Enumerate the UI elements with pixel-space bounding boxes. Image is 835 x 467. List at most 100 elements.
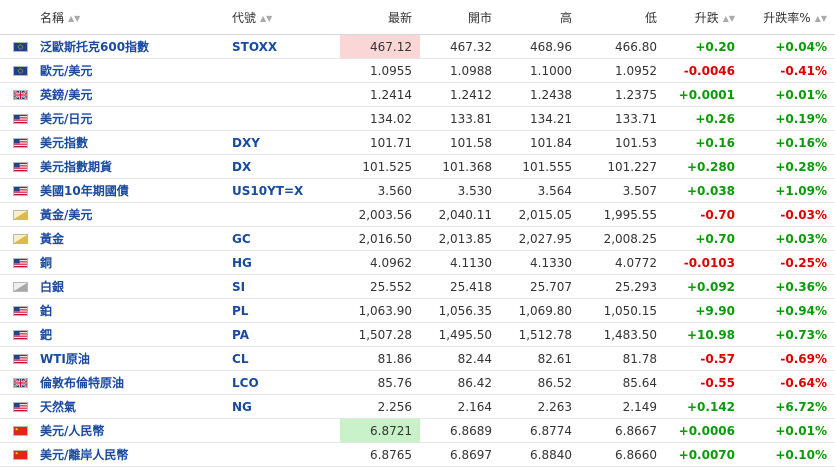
low-price: 133.71 bbox=[580, 106, 666, 131]
gold-bar-icon bbox=[12, 210, 28, 220]
high-price: 101.555 bbox=[500, 154, 581, 179]
code-link[interactable]: NG bbox=[232, 400, 252, 414]
instrument-link[interactable]: 鈀 bbox=[40, 328, 52, 342]
change-percent: +0.16% bbox=[743, 130, 835, 155]
instrument-link[interactable]: 美元/日元 bbox=[40, 112, 92, 126]
instrument-code: PL bbox=[232, 298, 341, 323]
instrument-link[interactable]: 倫敦布倫特原油 bbox=[40, 376, 124, 390]
last-price: 2,003.56 bbox=[340, 202, 421, 227]
change-percent: +0.94% bbox=[743, 298, 835, 323]
instrument-link[interactable]: 英鎊/美元 bbox=[40, 88, 92, 102]
instrument-code: DXY bbox=[232, 130, 341, 155]
low-price: 101.53 bbox=[580, 130, 666, 155]
code-link[interactable]: GC bbox=[232, 232, 251, 246]
instrument-link[interactable]: 美元/離岸人民幣 bbox=[40, 448, 128, 462]
flag-cell bbox=[0, 418, 40, 443]
flag-cell bbox=[0, 58, 40, 83]
instrument-code: LCO bbox=[232, 370, 341, 395]
last-price: 1.2414 bbox=[340, 82, 421, 107]
change-value: +0.038 bbox=[665, 178, 744, 203]
code-link[interactable]: CL bbox=[232, 352, 248, 366]
flag-cell bbox=[0, 178, 40, 203]
code-link[interactable]: US10YT=X bbox=[232, 184, 303, 198]
instrument-link[interactable]: 歐元/美元 bbox=[40, 64, 92, 78]
table-row: 白銀 SI 25.552 25.418 25.707 25.293 +0.092 +0.36% bbox=[0, 274, 835, 299]
code-link[interactable]: STOXX bbox=[232, 40, 277, 54]
high-price: 101.84 bbox=[500, 130, 581, 155]
instrument-link[interactable]: 銅 bbox=[40, 256, 52, 270]
table-row: 美國10年期國債 US10YT=X 3.560 3.530 3.564 3.507 +0.0… bbox=[0, 178, 835, 203]
open-price: 25.418 bbox=[420, 274, 501, 299]
instrument-link[interactable]: 美國10年期國債 bbox=[40, 184, 129, 198]
sort-arrows-icon: ▲▼ bbox=[68, 13, 81, 23]
instrument-name: 美國10年期國債 bbox=[40, 178, 233, 203]
instrument-link[interactable]: 美元/人民幣 bbox=[40, 424, 104, 438]
code-link[interactable]: DXY bbox=[232, 136, 260, 150]
instrument-code: HG bbox=[232, 250, 341, 275]
instrument-name: 黃金/美元 bbox=[40, 202, 233, 227]
change-percent: -0.64% bbox=[743, 370, 835, 395]
last-price: 101.71 bbox=[340, 130, 421, 155]
code-link[interactable]: DX bbox=[232, 160, 251, 174]
instrument-link[interactable]: 鉑 bbox=[40, 304, 52, 318]
uk-flag-icon bbox=[12, 90, 28, 100]
instrument-link[interactable]: 泛歐斯托克600指數 bbox=[40, 40, 149, 54]
instrument-name: 美元/人民幣 bbox=[40, 418, 233, 443]
table-row: 英鎊/美元 1.2414 1.2412 1.2438 1.2375 +0.0001 +0.0… bbox=[0, 82, 835, 107]
flag-cell bbox=[0, 346, 40, 371]
code-link[interactable]: SI bbox=[232, 280, 245, 294]
high-price: 82.61 bbox=[500, 346, 581, 371]
code-link[interactable]: HG bbox=[232, 256, 252, 270]
change-percent: +1.09% bbox=[743, 178, 835, 203]
high-price: 6.8840 bbox=[500, 442, 581, 467]
low-price: 1,050.15 bbox=[580, 298, 666, 323]
code-link[interactable]: PA bbox=[232, 328, 249, 342]
high-price: 1.2438 bbox=[500, 82, 581, 107]
instrument-link[interactable]: 白銀 bbox=[40, 280, 64, 294]
us-flag-icon bbox=[12, 402, 28, 412]
low-price: 2.149 bbox=[580, 394, 666, 419]
instrument-link[interactable]: 黃金 bbox=[40, 232, 64, 246]
open-price: 101.58 bbox=[420, 130, 501, 155]
header-open[interactable]: 開市 bbox=[420, 0, 501, 35]
change-value: +0.280 bbox=[665, 154, 744, 179]
eu-flag-icon bbox=[12, 66, 28, 76]
us-flag-icon bbox=[12, 114, 28, 124]
header-name[interactable]: 名稱 ▲▼ bbox=[0, 0, 233, 35]
change-value: +0.20 bbox=[665, 34, 744, 59]
header-high[interactable]: 高 bbox=[500, 0, 581, 35]
last-price: 81.86 bbox=[340, 346, 421, 371]
header-last[interactable]: 最新 bbox=[340, 0, 421, 35]
change-percent: +0.36% bbox=[743, 274, 835, 299]
header-change[interactable]: 升跌 ▲▼ bbox=[665, 0, 744, 35]
instrument-name: 美元指數 bbox=[40, 130, 233, 155]
header-change-pct[interactable]: 升跌率% ▲▼ bbox=[743, 0, 835, 35]
change-percent: +0.73% bbox=[743, 322, 835, 347]
change-value: +10.98 bbox=[665, 322, 744, 347]
change-value: +9.90 bbox=[665, 298, 744, 323]
instrument-link[interactable]: WTI原油 bbox=[40, 352, 90, 366]
instrument-link[interactable]: 美元指數 bbox=[40, 136, 88, 150]
open-price: 467.32 bbox=[420, 34, 501, 59]
eu-flag-icon bbox=[12, 42, 28, 52]
instrument-link[interactable]: 黃金/美元 bbox=[40, 208, 92, 222]
last-price: 2,016.50 bbox=[340, 226, 421, 251]
instrument-code bbox=[232, 202, 341, 227]
code-link[interactable]: PL bbox=[232, 304, 248, 318]
instrument-code: SI bbox=[232, 274, 341, 299]
table-header-row: 名稱 ▲▼ 代號 ▲▼ 最新 開市 高 低 升跌 ▲▼ 升跌率% ▲▼ bbox=[0, 0, 835, 35]
instrument-name: 天然氣 bbox=[40, 394, 233, 419]
change-percent: -0.69% bbox=[743, 346, 835, 371]
us-flag-icon bbox=[12, 330, 28, 340]
code-link[interactable]: LCO bbox=[232, 376, 259, 390]
high-price: 134.21 bbox=[500, 106, 581, 131]
us-flag-icon bbox=[12, 354, 28, 364]
sort-arrows-icon: ▲▼ bbox=[260, 13, 273, 23]
table-row: 銅 HG 4.0962 4.1130 4.1330 4.0772 -0.0103 -0.25% bbox=[0, 250, 835, 275]
change-percent: -0.03% bbox=[743, 202, 835, 227]
high-price: 1.1000 bbox=[500, 58, 581, 83]
header-code[interactable]: 代號 ▲▼ bbox=[232, 0, 341, 35]
instrument-link[interactable]: 天然氣 bbox=[40, 400, 76, 414]
header-low[interactable]: 低 bbox=[580, 0, 666, 35]
instrument-link[interactable]: 美元指數期貨 bbox=[40, 160, 112, 174]
